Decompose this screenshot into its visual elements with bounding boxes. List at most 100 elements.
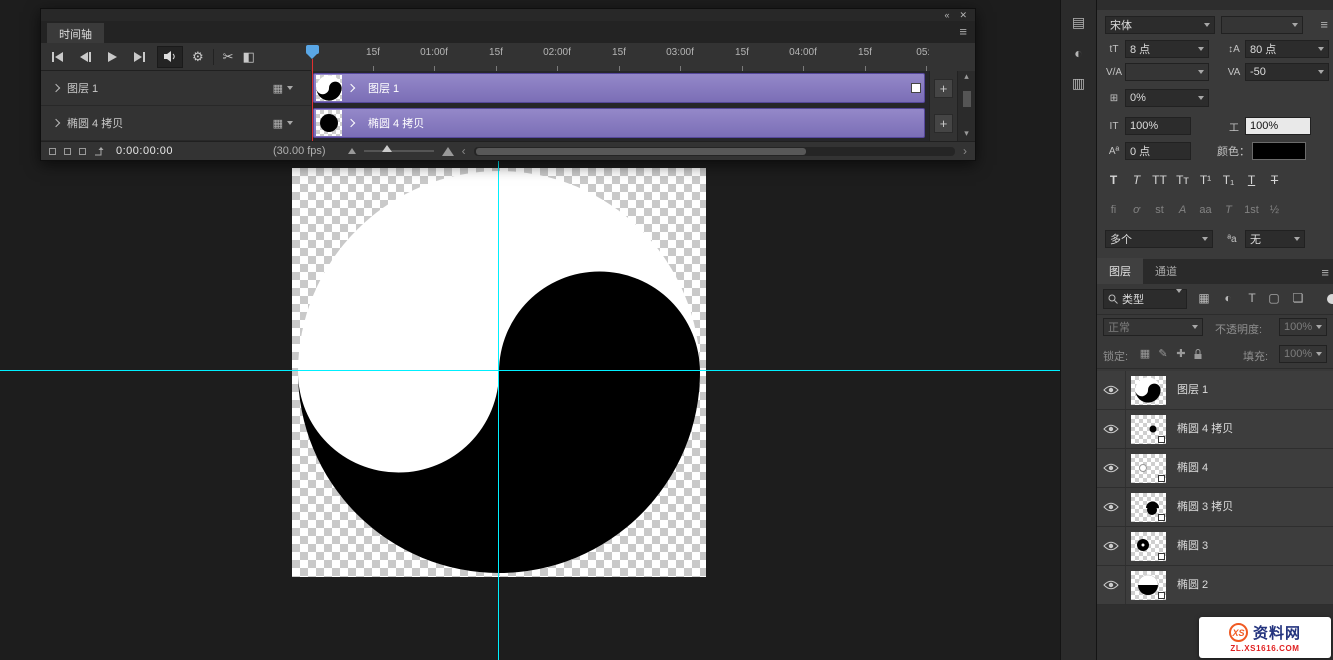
proportional-spacing-select[interactable]: 0% — [1125, 89, 1209, 107]
discretionary-ligatures-toggle[interactable]: st — [1149, 201, 1170, 219]
layer-row[interactable]: 图层 1 — [1097, 371, 1333, 410]
tracking-select[interactable]: -50 — [1245, 63, 1329, 81]
visibility-toggle[interactable] — [1097, 527, 1126, 565]
font-style-select[interactable] — [1221, 16, 1303, 34]
layer-row[interactable]: 椭圆 3 拷贝 — [1097, 488, 1333, 527]
text-color-swatch[interactable] — [1252, 142, 1306, 160]
scrollbar-thumb[interactable] — [963, 91, 971, 107]
chevron-down-icon[interactable] — [287, 86, 293, 90]
chevron-right-icon[interactable] — [347, 84, 355, 92]
small-caps-toggle[interactable]: Tᴛ — [1172, 170, 1193, 189]
next-frame-button[interactable] — [130, 50, 148, 64]
chevron-right-icon[interactable] — [347, 119, 355, 127]
chevron-down-icon[interactable] — [287, 121, 293, 125]
lock-transparent-pixels-icon[interactable]: ▦ — [1137, 347, 1153, 360]
language-select[interactable]: 多个 — [1105, 230, 1213, 248]
fractions-toggle[interactable]: ½ — [1264, 201, 1285, 219]
visibility-toggle[interactable] — [1097, 566, 1126, 604]
timeline-scrollbar[interactable] — [474, 147, 955, 156]
track-options-icon[interactable]: ▦ — [273, 117, 283, 130]
font-size-select[interactable]: 8 点 — [1125, 40, 1209, 58]
timeline-scrollbar-thumb[interactable] — [476, 148, 806, 155]
layer-filter-select[interactable]: 类型 — [1103, 289, 1187, 309]
chevron-right-icon[interactable] — [52, 84, 60, 92]
clip-end-handle[interactable] — [911, 83, 921, 93]
tab-channels[interactable]: 通道 — [1143, 258, 1189, 284]
zoom-in-icon[interactable] — [442, 147, 454, 156]
lock-all-icon[interactable] — [1193, 348, 1203, 360]
filter-pixel-icon[interactable]: ▦ — [1195, 291, 1213, 305]
faux-bold-toggle[interactable]: T — [1103, 170, 1124, 189]
layer-thumbnail[interactable] — [1131, 532, 1166, 561]
panel-menu-icon[interactable]: ≡ — [1321, 265, 1329, 280]
subscript-toggle[interactable]: T₁ — [1218, 170, 1239, 189]
stylistic-alternates-toggle[interactable]: aa — [1195, 201, 1216, 219]
timeline-lane[interactable]: 图层 1 椭圆 4 拷贝 — [311, 71, 929, 141]
anti-alias-select[interactable]: 无 — [1245, 230, 1305, 248]
track-header-layer1[interactable]: 图层 1 ▦ — [41, 71, 311, 106]
zoom-slider[interactable] — [364, 150, 434, 152]
split-clip-button[interactable]: ✂ — [223, 50, 234, 64]
dock-panel-icon[interactable]: ▥ — [1061, 75, 1096, 92]
lock-image-pixels-icon[interactable]: ✎ — [1155, 347, 1171, 360]
clip-ellipse4copy[interactable]: 椭圆 4 拷贝 — [313, 108, 925, 138]
all-caps-toggle[interactable]: TT — [1149, 170, 1170, 189]
scroll-up-icon[interactable]: ▴ — [964, 71, 969, 81]
layer-thumbnail[interactable] — [1131, 454, 1166, 483]
visibility-toggle[interactable] — [1097, 410, 1126, 448]
kerning-select[interactable] — [1125, 63, 1209, 81]
previous-frame-button[interactable] — [76, 50, 94, 64]
first-frame-button[interactable] — [49, 50, 67, 64]
clip-layer1[interactable]: 图层 1 — [313, 73, 925, 103]
guide-horizontal[interactable] — [0, 370, 1060, 371]
vertical-scale-field[interactable]: 100% — [1125, 117, 1191, 135]
horizontal-scale-field[interactable]: 100% — [1245, 117, 1311, 135]
filter-smart-object-icon[interactable]: ❏ — [1289, 291, 1307, 305]
filter-type-icon[interactable]: T — [1243, 291, 1261, 305]
layer-name[interactable]: 椭圆 4 拷贝 — [1177, 410, 1233, 449]
layer-row[interactable]: 椭圆 3 — [1097, 527, 1333, 566]
zoom-slider-thumb[interactable] — [382, 145, 392, 152]
layer-thumbnail[interactable] — [1131, 376, 1166, 405]
baseline-shift-field[interactable]: 0 点 — [1125, 142, 1191, 160]
layer-name[interactable]: 椭圆 3 — [1177, 527, 1208, 566]
dock-panel-icon[interactable]: ◐ — [1061, 45, 1096, 61]
close-icon[interactable]: ✕ — [959, 10, 967, 20]
layer-row[interactable]: 椭圆 2 — [1097, 566, 1333, 605]
shortcut-arrow-icon[interactable] — [94, 146, 108, 156]
layer-name[interactable]: 图层 1 — [1177, 371, 1208, 410]
visibility-toggle[interactable] — [1097, 449, 1126, 487]
track-scrollbar[interactable]: ▴ ▾ — [957, 71, 975, 141]
timeline-ruler[interactable]: 15f 01:00f 15f 02:00f 15f 03:00f 15f 04:… — [311, 43, 929, 72]
underline-toggle[interactable]: T — [1241, 170, 1262, 189]
panel-menu-icon[interactable]: ≡ — [1320, 17, 1328, 32]
layer-name[interactable]: 椭圆 3 拷贝 — [1177, 488, 1233, 527]
scroll-down-icon[interactable]: ▾ — [958, 128, 975, 139]
add-media-button[interactable]: + — [934, 114, 953, 133]
audio-mute-button[interactable] — [157, 46, 183, 68]
visibility-toggle[interactable] — [1097, 371, 1126, 409]
tab-layers[interactable]: 图层 — [1097, 258, 1143, 284]
document-canvas[interactable] — [292, 168, 706, 577]
add-media-button[interactable]: + — [934, 79, 953, 98]
visibility-toggle[interactable] — [1097, 488, 1126, 526]
layer-thumbnail[interactable] — [1131, 571, 1166, 600]
scroll-left-icon[interactable]: ‹ — [462, 146, 466, 156]
layer-row[interactable]: 椭圆 4 — [1097, 449, 1333, 488]
collapse-icon[interactable]: « — [944, 10, 949, 20]
zoom-out-icon[interactable] — [348, 148, 356, 154]
guide-vertical[interactable] — [498, 161, 499, 660]
transition-button[interactable]: ◧ — [243, 50, 255, 64]
timeline-settings-button[interactable]: ⚙ — [192, 50, 204, 64]
faux-italic-toggle[interactable]: T — [1126, 170, 1147, 189]
blend-mode-select[interactable]: 正常 — [1103, 318, 1203, 336]
chevron-right-icon[interactable] — [52, 119, 60, 127]
dock-panel-icon[interactable]: ▤ — [1061, 14, 1096, 31]
layer-row[interactable]: 椭圆 4 拷贝 — [1097, 410, 1333, 449]
layer-name[interactable]: 椭圆 4 — [1177, 449, 1208, 488]
lock-position-icon[interactable]: ✚ — [1173, 347, 1189, 360]
opacity-select[interactable]: 100% — [1279, 318, 1327, 336]
track-options-icon[interactable]: ▦ — [273, 82, 283, 95]
leading-select[interactable]: 80 点 — [1245, 40, 1329, 58]
layer-thumbnail[interactable] — [1131, 493, 1166, 522]
